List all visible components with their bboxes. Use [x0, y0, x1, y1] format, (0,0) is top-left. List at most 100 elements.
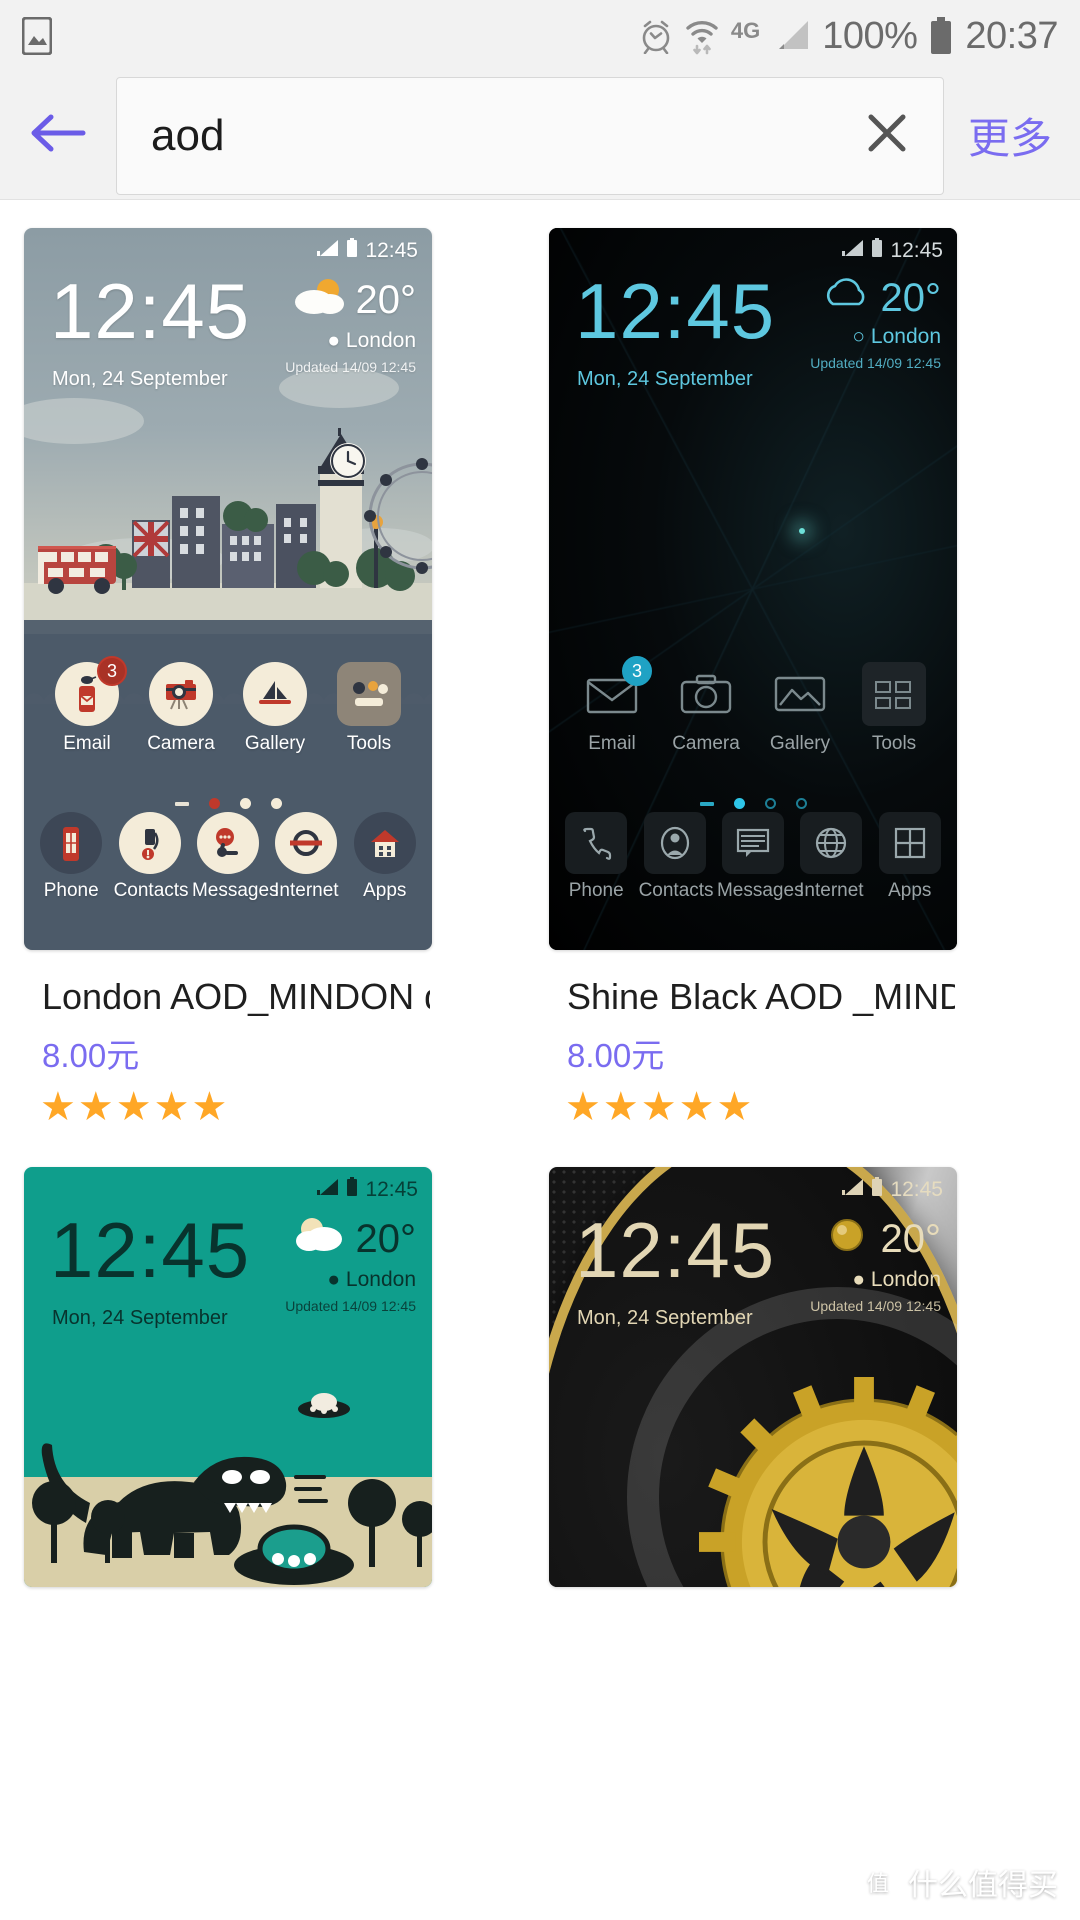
- page-dot-active[interactable]: [208, 798, 220, 809]
- network-type-label: 4G: [730, 18, 761, 43]
- search-input[interactable]: [151, 110, 857, 161]
- person-icon: [643, 812, 706, 874]
- thumbnail-gold-gear[interactable]: 12:45 12:45 Mon, 24 September 20° ● Lond…: [549, 1167, 957, 1588]
- battery-percent: 100%: [822, 14, 918, 57]
- status-right-icons: 4G 100% 20:37: [639, 15, 1058, 58]
- app-camera[interactable]: Camera: [669, 662, 743, 755]
- close-icon: [861, 107, 913, 164]
- grid-icon: [878, 812, 941, 874]
- dock-phone[interactable]: Phone: [35, 812, 107, 902]
- dock-apps[interactable]: Apps: [874, 812, 946, 902]
- app-label: Camera: [147, 733, 215, 754]
- result-card-teal-dino[interactable]: 12:45 12:45 Mon, 24 September 20° ● Lond…: [24, 1167, 432, 1588]
- star-icon: ★: [640, 1085, 677, 1130]
- weather-cloud-icon: [821, 276, 871, 319]
- page-dot[interactable]: [239, 798, 251, 809]
- gear-icon: [699, 1377, 957, 1588]
- page-dot[interactable]: [795, 798, 807, 809]
- lockscreen-clock: 12:45: [50, 267, 251, 355]
- more-button[interactable]: 更多: [958, 105, 1058, 166]
- thumbnail-london[interactable]: 12:45 12:45 Mon, 24 September 20° ● Lond…: [24, 228, 432, 950]
- dock-contacts[interactable]: Contacts: [114, 812, 189, 902]
- back-button[interactable]: [22, 100, 94, 172]
- bigben-clock-face: [330, 443, 366, 479]
- dock-internet[interactable]: Internet: [270, 812, 342, 902]
- camera-icon: [149, 662, 213, 726]
- page-dot[interactable]: [270, 798, 282, 809]
- app-label: Tools: [871, 733, 917, 754]
- dock-messages[interactable]: Messages: [717, 812, 804, 902]
- lockscreen-dock: Phone Contacts Messages Internet Apps: [549, 812, 957, 902]
- london-skyline: [38, 428, 432, 594]
- dock-internet[interactable]: Internet: [795, 812, 867, 902]
- star-icon: ★: [191, 1085, 228, 1130]
- result-price: 8.00元: [42, 1037, 140, 1075]
- battery-icon: [871, 1177, 883, 1202]
- weather-city: ● London: [852, 1268, 941, 1292]
- lockscreen-clock: 12:45: [575, 1206, 776, 1295]
- lockscreen-time: 12:45: [890, 1177, 943, 1201]
- star-icon: ★: [678, 1085, 715, 1130]
- result-card-shine-black[interactable]: 12:45 12:45 Mon, 24 September 20° ○ Lond…: [549, 228, 957, 1127]
- app-gallery[interactable]: Gallery: [238, 662, 312, 755]
- weather-updated: Updated 14/09 12:45: [810, 355, 941, 371]
- star-icon: ★: [602, 1085, 639, 1130]
- thumbnail-teal-dino[interactable]: 12:45 12:45 Mon, 24 September 20° ● Lond…: [24, 1167, 432, 1588]
- page-dot[interactable]: [699, 801, 714, 806]
- status-bar: 4G 100% 20:37: [0, 0, 1080, 72]
- status-left-icons: [22, 17, 52, 55]
- dock-label: Contacts: [638, 880, 714, 901]
- dock-messages[interactable]: Messages: [192, 812, 279, 902]
- star-icon: ★: [77, 1085, 114, 1130]
- app-camera[interactable]: Camera: [144, 662, 218, 755]
- lockscreen-weather: 20° ● London Updated 14/09 12:45: [285, 276, 416, 375]
- weather-temp: 20°: [355, 1216, 417, 1261]
- signal-icon: [317, 239, 339, 263]
- app-tools[interactable]: Tools: [857, 662, 931, 755]
- result-card-gold-gear[interactable]: 12:45 12:45 Mon, 24 September 20° ● Lond…: [549, 1167, 957, 1588]
- dock-label: Internet: [799, 880, 864, 901]
- page-dot[interactable]: [174, 801, 189, 806]
- dock-apps[interactable]: Apps: [349, 812, 421, 902]
- app-gallery[interactable]: Gallery: [763, 662, 837, 755]
- badge-count: 3: [97, 656, 127, 686]
- message-icon: [721, 812, 784, 874]
- phone-booth-icon: [40, 812, 103, 874]
- signal-icon: [772, 18, 810, 54]
- envelope-icon: 3: [580, 656, 652, 726]
- lockscreen-app-row: 3 Email Camera Gallery Tools: [24, 656, 432, 755]
- lockscreen-time: 12:45: [890, 238, 943, 262]
- image-icon: [768, 662, 832, 726]
- search-field-container[interactable]: [116, 76, 944, 195]
- result-card-london[interactable]: 12:45 12:45 Mon, 24 September 20° ● Lond…: [24, 228, 432, 1127]
- dock-contacts[interactable]: Contacts: [638, 812, 714, 902]
- phone-icon: [565, 812, 628, 874]
- page-dot-active[interactable]: [733, 798, 745, 809]
- tools-folder-icon: [862, 662, 926, 726]
- lockscreen-weather: 20° ● London Updated 14/09 12:45: [810, 1215, 941, 1315]
- app-label: Camera: [672, 733, 740, 754]
- weather-updated: Updated 14/09 12:45: [810, 1298, 941, 1315]
- app-label: Email: [63, 733, 111, 754]
- watermark-text: 什么值得买: [908, 1869, 1058, 1902]
- dock-phone[interactable]: Phone: [560, 812, 632, 902]
- result-title[interactable]: Shine Black AOD _MIND...: [567, 976, 955, 1017]
- battery-icon: [346, 1177, 358, 1202]
- battery-icon: [346, 238, 358, 263]
- star-icon: ★: [565, 1085, 601, 1130]
- badge-count: 3: [622, 656, 652, 686]
- app-tools[interactable]: Tools: [332, 662, 406, 755]
- page-dot[interactable]: [764, 798, 776, 809]
- app-email[interactable]: 3 Email: [50, 656, 127, 755]
- lockscreen-dock: Phone Contacts Messages Internet Apps: [24, 812, 432, 902]
- photo-icon: [22, 17, 52, 55]
- clear-search-button[interactable]: [857, 106, 917, 166]
- weather-temp: 20°: [880, 275, 942, 320]
- thumbnail-shine-black[interactable]: 12:45 12:45 Mon, 24 September 20° ○ Lond…: [549, 228, 957, 950]
- alarm-icon: [639, 18, 673, 54]
- app-email[interactable]: 3 Email: [575, 656, 652, 755]
- result-title[interactable]: London AOD_MINDON d...: [42, 976, 430, 1017]
- globe-icon: [800, 812, 863, 874]
- lockscreen-statusbar: 12:45: [317, 238, 418, 263]
- weather-temp: 20°: [355, 277, 417, 322]
